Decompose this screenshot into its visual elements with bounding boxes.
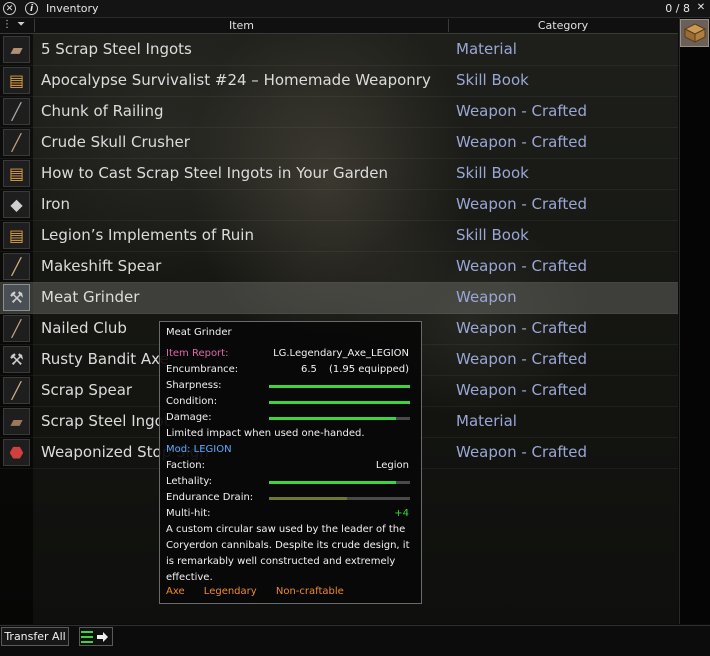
endurance-label: Endurance Drain: bbox=[166, 492, 254, 503]
filter-icon[interactable]: ⋮ ⏷ bbox=[2, 19, 26, 30]
column-item[interactable]: Item bbox=[34, 19, 449, 32]
item-name: Scrap Spear bbox=[41, 381, 133, 399]
item-name: Meat Grinder bbox=[41, 288, 140, 306]
tag-axe: Axe bbox=[166, 586, 185, 597]
item-report-value: LG.Legendary_Axe_LEGION bbox=[273, 348, 409, 359]
endurance-bar-fill bbox=[269, 497, 347, 500]
item-category: Material bbox=[456, 412, 517, 430]
item-row[interactable]: ▤ How to Cast Scrap Steel Ingots in Your … bbox=[0, 158, 678, 190]
tooltip-note: Limited impact when used one-handed. bbox=[166, 428, 365, 439]
item-category: Weapon - Crafted bbox=[456, 133, 588, 151]
item-name: How to Cast Scrap Steel Ingots in Your G… bbox=[41, 164, 388, 182]
item-category: Weapon - Crafted bbox=[456, 443, 588, 461]
ingot-icon[interactable]: ▰ bbox=[3, 408, 30, 435]
axe-icon[interactable]: ⚒ bbox=[3, 346, 30, 373]
mod-label: Mod: LEGION bbox=[166, 444, 232, 455]
item-name: Legion’s Implements of Ruin bbox=[41, 226, 254, 244]
item-row[interactable]: ▰ 5 Scrap Steel Ingots Material bbox=[0, 34, 678, 66]
item-row[interactable]: ⚒ Meat Grinder Weapon bbox=[0, 282, 678, 314]
crate-icon[interactable] bbox=[680, 19, 709, 47]
condition-label: Condition: bbox=[166, 396, 218, 407]
window-title: Inventory bbox=[46, 2, 99, 15]
axe-icon[interactable]: ⚒ bbox=[3, 284, 30, 311]
item-category: Weapon - Crafted bbox=[456, 195, 588, 213]
lethality-bar-fill bbox=[269, 481, 396, 484]
book-icon[interactable]: ▤ bbox=[3, 67, 30, 94]
tooltip-description: A custom circular saw used by the leader… bbox=[166, 524, 410, 583]
list-icon bbox=[81, 630, 93, 643]
close-circle-icon[interactable]: ✕ bbox=[3, 2, 16, 15]
book-icon[interactable]: ▤ bbox=[3, 160, 30, 187]
spear-icon[interactable]: ╱ bbox=[3, 377, 30, 404]
condition-bar-fill bbox=[269, 401, 410, 404]
encumbrance-equipped: (1.95 equipped) bbox=[328, 364, 409, 375]
item-row[interactable]: ▤ Legion’s Implements of Ruin Skill Book bbox=[0, 220, 678, 252]
damage-bar bbox=[269, 417, 410, 420]
item-row[interactable]: ◆ Iron Weapon - Crafted bbox=[0, 189, 678, 221]
item-name: Rusty Bandit Axe bbox=[41, 350, 169, 368]
info-icon[interactable]: i bbox=[25, 2, 38, 15]
item-tooltip: Meat Grinder Item Report: LG.Legendary_A… bbox=[159, 321, 422, 604]
item-category: Skill Book bbox=[456, 71, 529, 89]
sharpness-label: Sharpness: bbox=[166, 380, 222, 391]
item-row[interactable]: ╱ Chunk of Railing Weapon - Crafted bbox=[0, 96, 678, 128]
item-category: Weapon - Crafted bbox=[456, 102, 588, 120]
item-name: Iron bbox=[41, 195, 70, 213]
item-category: Weapon bbox=[456, 288, 517, 306]
multihit-value: +4 bbox=[394, 508, 409, 519]
column-category[interactable]: Category bbox=[448, 19, 678, 32]
book-icon[interactable]: ▤ bbox=[3, 222, 30, 249]
tag-craftable: Non-craftable bbox=[275, 586, 344, 597]
tag-legendary: Legendary bbox=[203, 586, 257, 597]
faction-value: Legion bbox=[375, 460, 409, 471]
club-icon[interactable]: ╱ bbox=[3, 129, 30, 156]
sort-transfer-button[interactable] bbox=[79, 627, 113, 646]
tooltip-title: Meat Grinder bbox=[166, 327, 232, 338]
railing-icon[interactable]: ╱ bbox=[3, 98, 30, 125]
encumbrance-value: 6.5 bbox=[301, 364, 317, 375]
item-category: Weapon - Crafted bbox=[456, 350, 588, 368]
item-count: 0 / 8 bbox=[665, 2, 690, 15]
sharpness-bar bbox=[269, 385, 410, 388]
close-icon[interactable]: ✕ bbox=[695, 2, 707, 14]
item-row[interactable]: ▤ Apocalypse Survivalist #24 – Homemade W… bbox=[0, 65, 678, 97]
item-category: Material bbox=[456, 40, 517, 58]
item-row[interactable]: ╱ Makeshift Spear Weapon - Crafted bbox=[0, 251, 678, 283]
item-name: Apocalypse Survivalist #24 – Homemade We… bbox=[41, 71, 431, 89]
item-row[interactable]: ╱ Crude Skull Crusher Weapon - Crafted bbox=[0, 127, 678, 159]
endurance-bar bbox=[269, 497, 410, 500]
ingot-stack-icon[interactable]: ▰ bbox=[3, 36, 30, 63]
damage-label: Damage: bbox=[166, 412, 212, 423]
tooltip-tags: Axe Legendary Non-craftable bbox=[166, 586, 360, 597]
title-bar: ✕ i Inventory 0 / 8 ✕ bbox=[0, 0, 710, 18]
item-name: Scrap Steel Ingot bbox=[41, 412, 170, 430]
item-category: Weapon - Crafted bbox=[456, 257, 588, 275]
transfer-all-button[interactable]: Transfer All bbox=[1, 627, 69, 646]
lethality-label: Lethality: bbox=[166, 476, 212, 487]
arrow-right-icon bbox=[97, 631, 108, 642]
condition-bar bbox=[269, 401, 410, 404]
container-sidebar bbox=[679, 18, 710, 624]
sharpness-bar-fill bbox=[269, 385, 410, 388]
item-name: Crude Skull Crusher bbox=[41, 133, 190, 151]
stop-sign-icon[interactable]: ⬣ bbox=[3, 439, 30, 466]
item-category: Skill Book bbox=[456, 164, 529, 182]
item-name: 5 Scrap Steel Ingots bbox=[41, 40, 192, 58]
faction-label: Faction: bbox=[166, 460, 205, 471]
club-icon[interactable]: ╱ bbox=[3, 315, 30, 342]
damage-bar-fill bbox=[269, 417, 396, 420]
item-report-label: Item Report: bbox=[166, 348, 229, 359]
iron-icon[interactable]: ◆ bbox=[3, 191, 30, 218]
lethality-bar bbox=[269, 481, 410, 484]
item-category: Weapon - Crafted bbox=[456, 319, 588, 337]
item-name: Chunk of Railing bbox=[41, 102, 164, 120]
item-category: Skill Book bbox=[456, 226, 529, 244]
item-name: Nailed Club bbox=[41, 319, 127, 337]
item-name: Makeshift Spear bbox=[41, 257, 162, 275]
encumbrance-label: Encumbrance: bbox=[166, 364, 239, 375]
spear-icon[interactable]: ╱ bbox=[3, 253, 30, 280]
multihit-label: Multi-hit: bbox=[166, 508, 211, 519]
column-header: ⋮ ⏷ Item Category bbox=[0, 18, 678, 34]
item-category: Weapon - Crafted bbox=[456, 381, 588, 399]
